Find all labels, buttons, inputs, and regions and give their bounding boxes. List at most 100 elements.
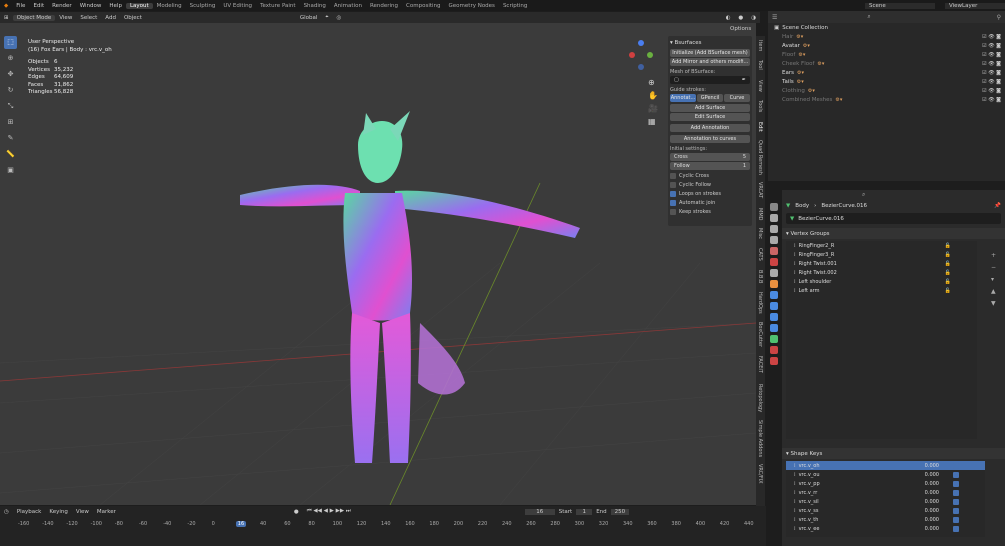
lock-icon[interactable]: 🔓 xyxy=(945,252,951,258)
visibility-icon[interactable]: ☑ 👁 ◙ xyxy=(982,52,1001,58)
guide-tab-curve[interactable]: Curve xyxy=(724,94,750,102)
outliner-row-clothing[interactable]: Clothing ⚙▾ ☑ 👁 ◙ xyxy=(768,86,1005,95)
list-item[interactable]: ⁞ Right Twist.001 🔓 xyxy=(786,259,977,268)
outliner-row-tails[interactable]: Tails ⚙▾ ☑ 👁 ◙ xyxy=(768,77,1005,86)
list-item[interactable]: ⁞ vrc.v_ou 0.000 xyxy=(786,470,985,479)
rotate-tool-icon[interactable]: ↻ xyxy=(4,84,17,97)
shape-key-mute-checkbox[interactable] xyxy=(953,462,959,469)
shape-key-mute-checkbox[interactable] xyxy=(953,489,959,496)
playback-menu[interactable]: Playback xyxy=(13,509,46,515)
snap-icon[interactable]: ⌖ xyxy=(321,14,332,21)
lock-icon[interactable]: 🔓 xyxy=(945,261,951,267)
visibility-icon[interactable]: ☑ 👁 ◙ xyxy=(982,88,1001,94)
side-tab-simple-addons[interactable]: Simple Addons xyxy=(757,420,763,457)
eyedropper-icon[interactable]: ✒ xyxy=(742,76,746,84)
list-item[interactable]: ⁞ vrc.v_ee 0.000 xyxy=(786,524,985,533)
playback-controls[interactable]: ⏮ ◀◀ ◀ ▶ ▶▶ ⏭ xyxy=(303,508,355,515)
cross-field[interactable]: Cross 5 xyxy=(670,153,750,161)
guide-tab-annotation[interactable]: Annotat... xyxy=(670,94,696,102)
properties-search[interactable]: ⌕ xyxy=(782,190,1005,200)
start-frame-field[interactable]: 1 xyxy=(576,508,593,515)
lock-icon[interactable]: 🔓 xyxy=(945,243,951,249)
orientation-selector[interactable]: Global xyxy=(296,15,322,21)
outliner-editor-icon[interactable]: ☰ xyxy=(772,14,777,21)
shape-key-value[interactable]: 0.000 xyxy=(925,526,939,532)
list-item[interactable]: ⁞ vrc.v_ss 0.000 xyxy=(786,506,985,515)
keep-strokes-checkbox[interactable]: Keep strokes xyxy=(670,207,750,216)
side-tab-boxcutter[interactable]: BoxCutter xyxy=(757,322,763,347)
shape-keys-header[interactable]: ▾ Shape Keys xyxy=(782,448,1005,459)
scale-tool-icon[interactable]: ⤡ xyxy=(4,100,17,113)
visibility-icon[interactable]: ☑ 👁 ◙ xyxy=(982,70,1001,76)
move-tool-icon[interactable]: ✥ xyxy=(4,68,17,81)
timeline-view-menu[interactable]: View xyxy=(72,509,93,515)
visibility-icon[interactable]: ☑ 👁 ◙ xyxy=(982,34,1001,40)
menu-file[interactable]: File xyxy=(12,3,29,9)
shape-key-value[interactable]: 0.000 xyxy=(925,508,939,514)
pin-icon[interactable]: 📌 xyxy=(994,203,1001,209)
outliner-row-ears[interactable]: Ears ⚙▾ ☑ 👁 ◙ xyxy=(768,68,1005,77)
scene-collection-row[interactable]: ▣ Scene Collection xyxy=(768,23,1005,32)
outliner-row-combined-meshes[interactable]: Combined Meshes ⚙▾ ☑ 👁 ◙ xyxy=(768,95,1005,104)
ortho-grid-icon[interactable]: ▦ xyxy=(648,117,660,126)
world-props-icon[interactable] xyxy=(770,258,778,266)
side-tab-vrc-fix[interactable]: VRC/FIX xyxy=(757,464,763,484)
shape-key-value[interactable]: 0.000 xyxy=(925,481,939,487)
current-frame-field[interactable]: 16 xyxy=(524,508,555,515)
blender-logo-icon[interactable]: ◆ xyxy=(0,3,12,9)
shape-key-value[interactable]: 0.000 xyxy=(925,490,939,496)
remove-vertex-group-icon[interactable]: − xyxy=(991,262,999,274)
timeline-ruler[interactable]: -160 -140 -120 -100 -80 -60 -40 -20 0 16 40 60 80 100… xyxy=(0,518,766,528)
shading-solid-icon[interactable]: ● xyxy=(734,15,747,21)
shape-key-mute-checkbox[interactable] xyxy=(953,498,959,505)
side-tab-bbb[interactable]: B.B.B xyxy=(757,270,763,283)
list-item[interactable]: ⁞ RingFinger2_R 🔓 xyxy=(786,241,977,250)
edit-surface-button[interactable]: Edit Surface xyxy=(670,113,750,121)
output-props-icon[interactable] xyxy=(770,225,778,233)
list-item[interactable]: ⁞ RingFinger3_R 🔓 xyxy=(786,250,977,259)
side-tab-misc[interactable]: Misc xyxy=(757,228,763,239)
visibility-icon[interactable]: ☑ 👁 ◙ xyxy=(982,61,1001,67)
3d-viewport[interactable]: ⬚ ⊕ ✥ ↻ ⤡ ⊞ ✎ 📏 ▣ User Perspective (16) … xyxy=(0,23,756,505)
side-tab-vrcat[interactable]: VRCAT xyxy=(757,182,763,198)
cyclic-follow-checkbox[interactable]: Cyclic Follow xyxy=(670,180,750,189)
outliner-search-icon[interactable]: ⌕ xyxy=(867,13,870,21)
select-box-tool-icon[interactable]: ⬚ xyxy=(4,36,17,49)
automatic-join-checkbox[interactable]: Automatic join xyxy=(670,198,750,207)
lock-icon[interactable]: 🔓 xyxy=(945,270,951,276)
list-item[interactable]: ⁞ Left arm 🔓 xyxy=(786,286,977,295)
texture-props-icon[interactable] xyxy=(770,357,778,365)
collection-props-icon[interactable] xyxy=(770,269,778,277)
particles-props-icon[interactable] xyxy=(770,302,778,310)
menu-edit[interactable]: Edit xyxy=(29,3,48,9)
workspace-tab-scripting[interactable]: Scripting xyxy=(499,3,531,9)
list-item[interactable]: ⁞ Right Twist.002 🔓 xyxy=(786,268,977,277)
workspace-tab-texture-paint[interactable]: Texture Paint xyxy=(256,3,300,9)
modifier-props-icon[interactable] xyxy=(770,291,778,299)
initialize-bsurface-button[interactable]: Initialize (Add BSurface mesh) xyxy=(670,49,750,57)
add-annotation-button[interactable]: Add Annotation xyxy=(670,124,750,132)
vertex-groups-header[interactable]: ▾ Vertex Groups xyxy=(782,228,1005,239)
shape-key-mute-checkbox[interactable] xyxy=(953,471,959,478)
scene-selector[interactable]: Scene xyxy=(865,2,935,9)
shading-material-icon[interactable]: ◑ xyxy=(747,15,760,21)
camera-icon[interactable]: 🎥 xyxy=(648,104,660,113)
visibility-icon[interactable]: ☑ 👁 ◙ xyxy=(982,43,1001,49)
select-menu[interactable]: Select xyxy=(76,15,101,21)
annotation-to-curves-button[interactable]: Annotation to curves xyxy=(670,135,750,143)
annotate-tool-icon[interactable]: ✎ xyxy=(4,132,17,145)
zoom-icon[interactable]: ⊕ xyxy=(648,78,660,87)
add-menu[interactable]: Add xyxy=(101,15,120,21)
pan-hand-icon[interactable]: ✋ xyxy=(648,91,660,100)
workspace-tab-rendering[interactable]: Rendering xyxy=(366,3,402,9)
timeline-editor-icon[interactable]: ◷ xyxy=(0,509,13,515)
scene-props-icon[interactable] xyxy=(770,247,778,255)
shape-key-mute-checkbox[interactable] xyxy=(953,525,959,532)
add-mirror-button[interactable]: Add Mirror and others modifi... xyxy=(670,58,750,66)
constraints-props-icon[interactable] xyxy=(770,324,778,332)
tool-props-icon[interactable] xyxy=(770,203,778,211)
list-item[interactable]: ⁞ vrc.v_rr 0.000 xyxy=(786,488,985,497)
shape-key-mute-checkbox[interactable] xyxy=(953,516,959,523)
shape-key-value[interactable]: 0.000 xyxy=(925,499,939,505)
material-props-icon[interactable] xyxy=(770,346,778,354)
